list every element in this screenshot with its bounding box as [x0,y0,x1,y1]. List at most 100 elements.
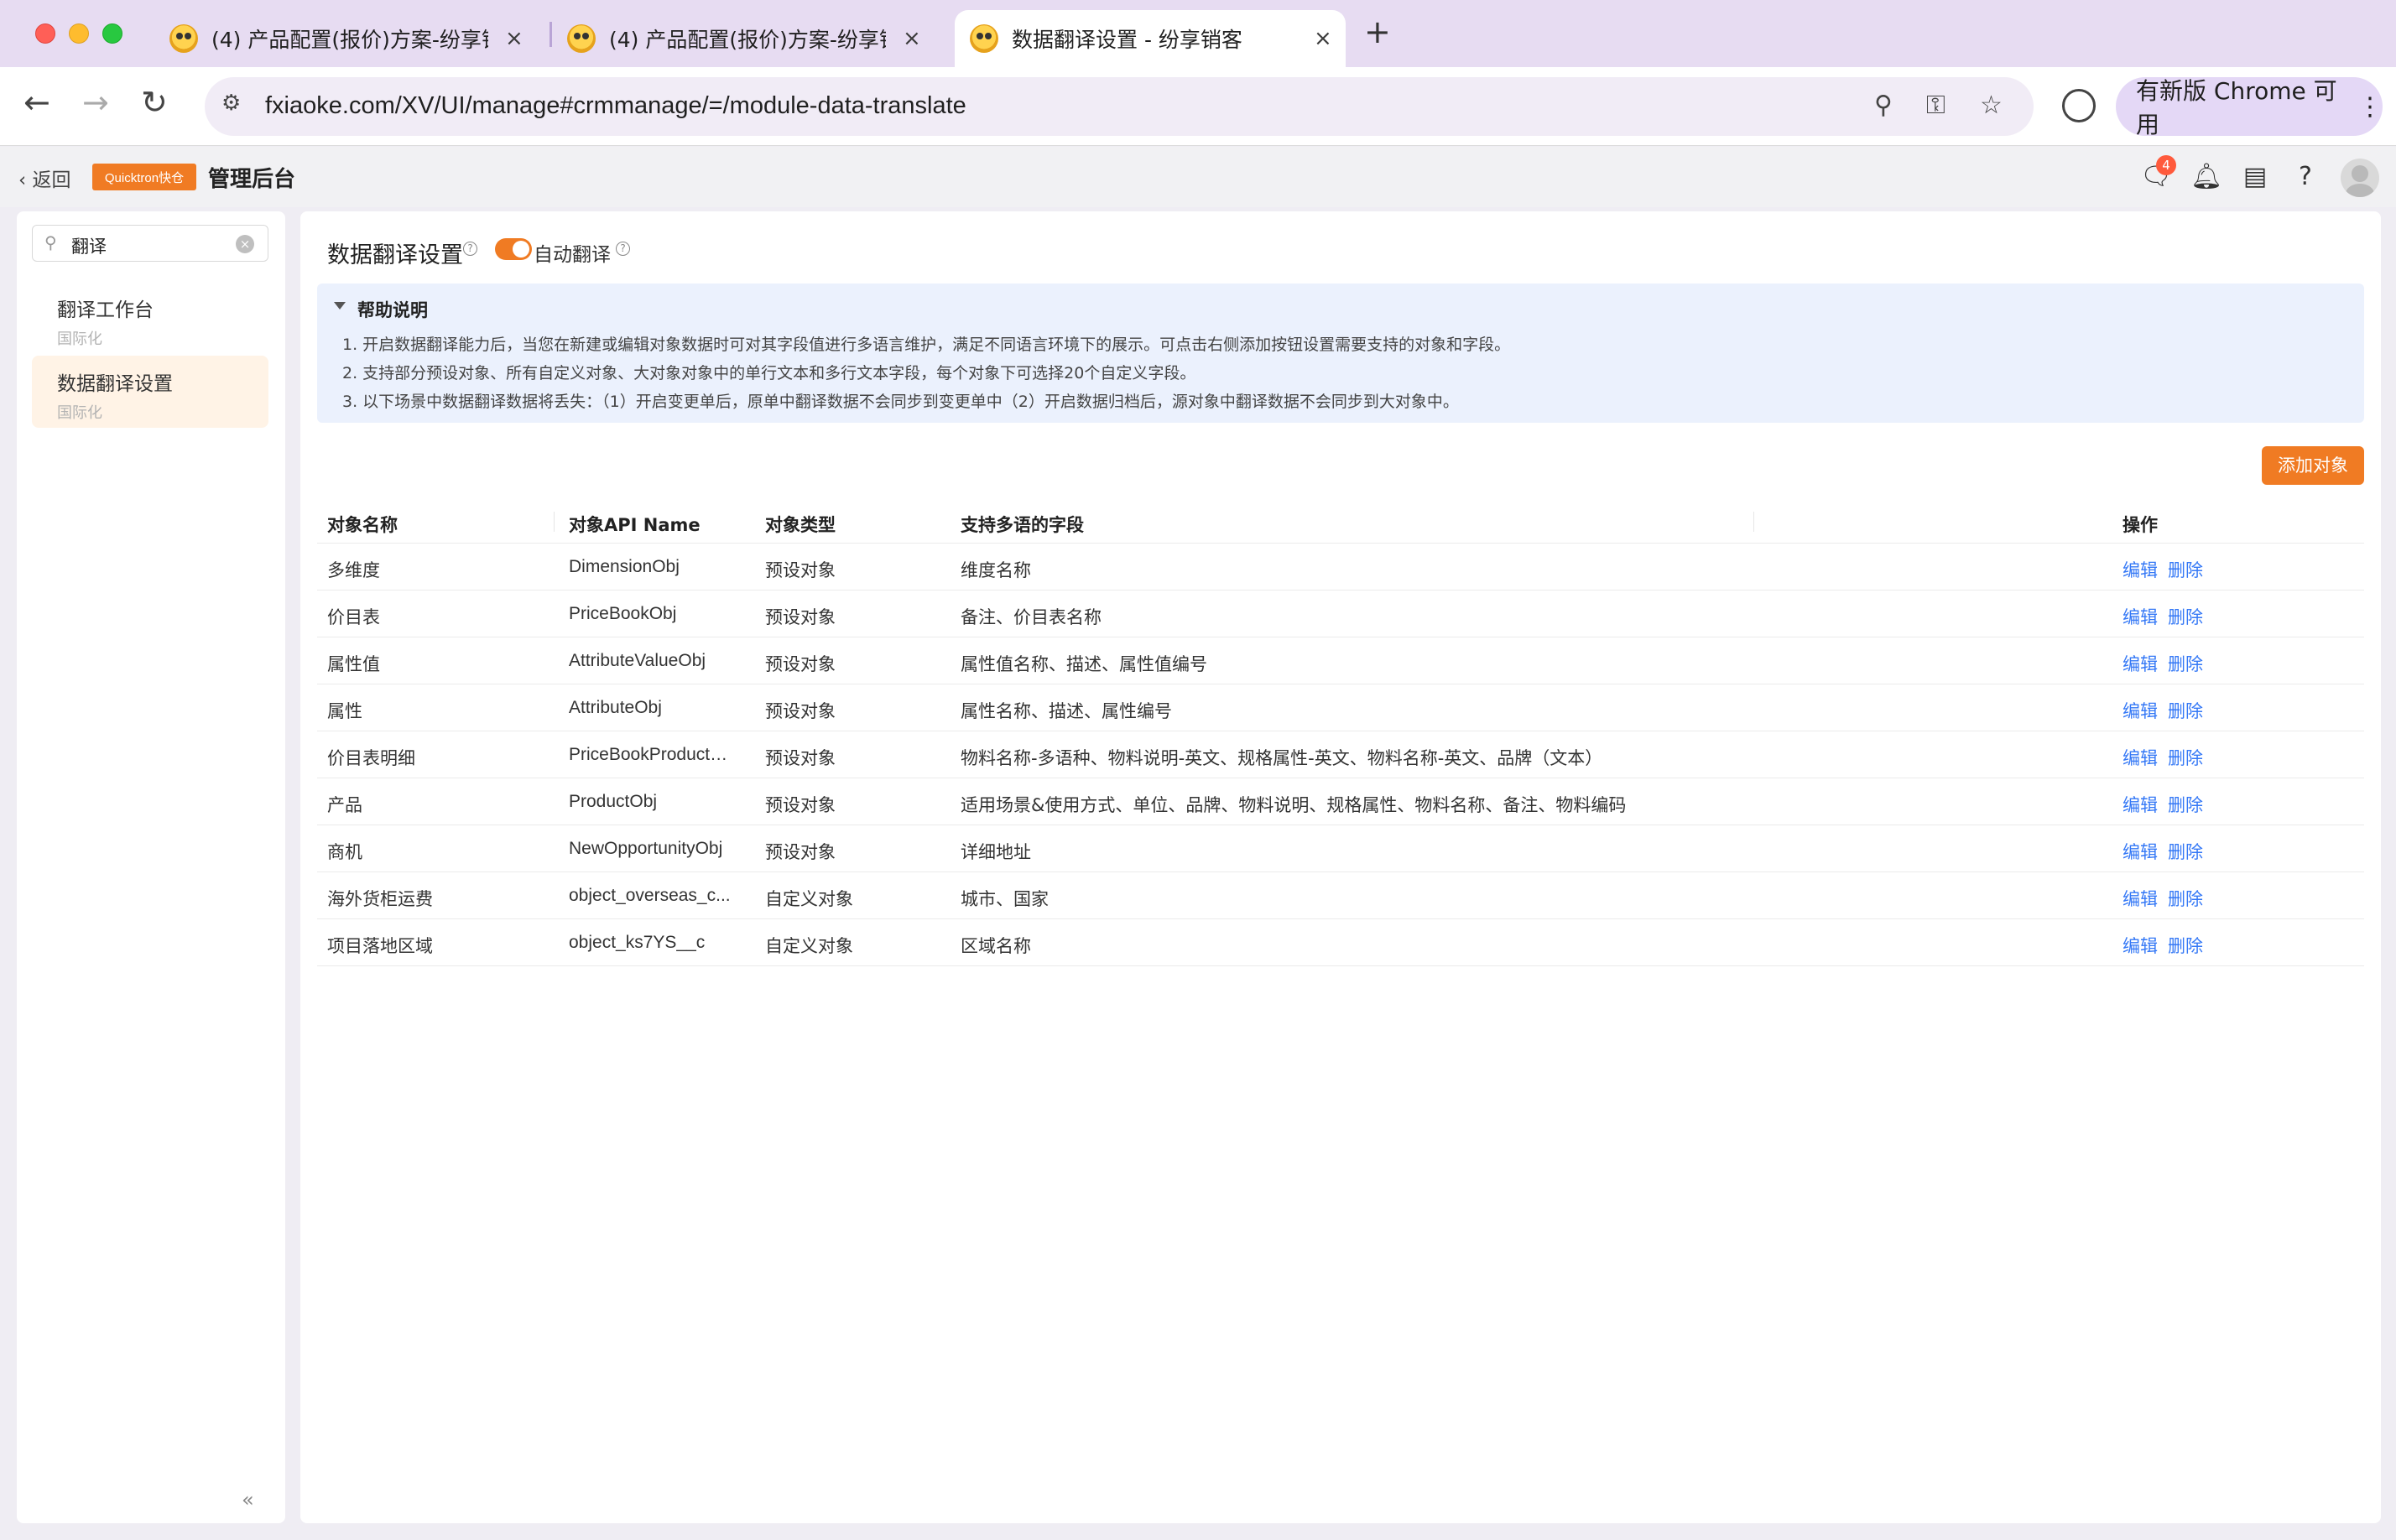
collapse-sidebar-icon[interactable]: « [242,1488,254,1511]
edit-link[interactable]: 编辑 [2123,604,2158,629]
help-icon[interactable]: ? [2289,160,2322,194]
delete-link[interactable]: 删除 [2168,698,2203,723]
back-arrow-icon[interactable]: ← [23,84,50,121]
sidebar-item-sub: 国际化 [57,404,102,422]
edit-link[interactable]: 编辑 [2123,745,2158,770]
edit-link[interactable]: 编辑 [2123,557,2158,582]
bell-icon[interactable]: 🔔︎ [2190,160,2223,194]
cell-api-name: NewOpportunityObj [569,839,723,858]
cell-object-name: 产品 [327,795,362,815]
tab-strip: (4) 产品配置(报价)方案-纷享销 × (4) 产品配置(报价)方案-纷享销 … [0,0,2396,67]
delete-link[interactable]: 删除 [2168,604,2203,629]
page-title: 数据翻译设置 [327,242,463,268]
cell-object-type: 自定义对象 [765,936,853,956]
new-tab-button[interactable]: + [1364,13,1391,50]
table-row: 价目表明细 PriceBookProductObj 预设对象 物料名称-多语种、… [317,731,2364,778]
delete-link[interactable]: 删除 [2168,651,2203,676]
clear-search-icon[interactable]: × [236,235,254,253]
cell-api-name: PriceBookObj [569,604,677,623]
back-link[interactable]: ‹ 返回 [18,164,71,192]
delete-link[interactable]: 删除 [2168,745,2203,770]
window-close-button[interactable] [35,23,55,44]
tab-close-icon[interactable]: × [1314,26,1332,51]
cell-object-type: 预设对象 [765,795,836,815]
browser-tab-2[interactable]: (4) 产品配置(报价)方案-纷享销 × [567,10,921,67]
tab-title: 数据翻译设置 - 纷享销客 [1012,28,1242,52]
cell-api-name: PriceBookProductObj [569,745,737,764]
delete-link[interactable]: 删除 [2168,933,2203,958]
cell-object-name: 多维度 [327,560,380,580]
sidebar: ⚲ 翻译 × 翻译工作台 国际化 数据翻译设置 国际化 « [17,211,285,1523]
sidebar-item-data-translation-settings[interactable]: 数据翻译设置 国际化 [32,356,268,428]
cell-fields: 属性值名称、描述、属性值编号 [961,654,1207,674]
window-minimize-button[interactable] [69,23,89,44]
question-icon[interactable]: ? [616,242,630,256]
column-header: 操作 [2123,515,2158,535]
cell-fields: 物料名称-多语种、物料说明-英文、规格属性-英文、物料名称-英文、品牌（文本） [961,748,1603,768]
window-zoom-button[interactable] [102,23,122,44]
auto-translate-label: 自动翻译 [534,244,611,266]
zoom-icon[interactable]: ⚲ [1874,91,1893,120]
help-line: 1. 开启数据翻译能力后，当您在新建或编辑对象数据时可对其字段值进行多语言维护，… [342,336,1511,354]
sidebar-item-label: 翻译工作台 [57,299,154,321]
auto-translate-toggle[interactable] [495,238,532,260]
browser-tab-active[interactable]: 数据翻译设置 - 纷享销客 × [955,10,1346,67]
column-header: 支持多语的字段 [961,515,1084,535]
cell-object-name: 价目表 [327,607,380,627]
browser-tab-1[interactable]: (4) 产品配置(报价)方案-纷享销 × [169,10,523,67]
profile-icon[interactable] [2062,89,2096,122]
column-header: 对象API Name [569,515,701,535]
table-row: 产品 ProductObj 预设对象 适用场景&使用方式、单位、品牌、物料说明、… [317,778,2364,825]
app-header: ‹ 返回 Quicktron快仓 管理后台 🗨 4 🔔︎ ▤ ? [0,147,2396,207]
caret-down-icon[interactable] [334,302,346,310]
cell-fields: 属性名称、描述、属性编号 [961,701,1172,721]
edit-link[interactable]: 编辑 [2123,698,2158,723]
password-key-icon[interactable]: ⚿ [1926,91,1945,120]
reload-icon[interactable]: ↻ [141,84,168,121]
table-row: 海外货柜运费 object_overseas_c... 自定义对象 城市、国家 … [317,872,2364,919]
inbox-icon[interactable]: ▤ [2238,160,2272,194]
search-value[interactable]: 翻译 [71,233,107,258]
table-row: 属性值 AttributeValueObj 预设对象 属性值名称、描述、属性值编… [317,637,2364,684]
cell-api-name: AttributeValueObj [569,651,706,670]
edit-link[interactable]: 编辑 [2123,651,2158,676]
main-panel: 数据翻译设置 ? 自动翻译 ? 帮助说明 1. 开启数据翻译能力后，当您在新建或… [300,211,2381,1523]
edit-link[interactable]: 编辑 [2123,839,2158,864]
forward-arrow-icon[interactable]: → [82,84,109,121]
question-icon[interactable]: ? [463,242,477,256]
tab-close-icon[interactable]: × [903,26,921,51]
delete-link[interactable]: 删除 [2168,839,2203,864]
cell-object-type: 预设对象 [765,607,836,627]
edit-link[interactable]: 编辑 [2123,792,2158,817]
more-menu-icon[interactable]: ⋮ [2357,92,2383,122]
help-line: 2. 支持部分预设对象、所有自定义对象、大对象对象中的单行文本和多行文本字段，每… [342,364,1196,382]
cell-fields: 维度名称 [961,560,1031,580]
avatar[interactable] [2341,159,2379,197]
edit-link[interactable]: 编辑 [2123,886,2158,911]
chrome-update-button[interactable]: 有新版 Chrome 可用 ⋮ [2116,77,2383,138]
url-text[interactable]: fxiaoke.com/XV/UI/manage#crmmanage/=/mod… [265,92,966,120]
delete-link[interactable]: 删除 [2168,557,2203,582]
add-object-button[interactable]: 添加对象 [2262,446,2364,485]
company-logo: Quicktron快仓 [92,164,196,190]
tab-title: (4) 产品配置(报价)方案-纷享销 [609,28,886,52]
delete-link[interactable]: 删除 [2168,792,2203,817]
sidebar-item-translation-workbench[interactable]: 翻译工作台 国际化 [32,282,268,354]
delete-link[interactable]: 删除 [2168,886,2203,911]
cell-object-type: 自定义对象 [765,889,853,909]
table-row: 多维度 DimensionObj 预设对象 维度名称 编辑 删除 [317,544,2364,591]
sidebar-search-input[interactable]: ⚲ 翻译 × [32,225,268,262]
table-row: 价目表 PriceBookObj 预设对象 备注、价目表名称 编辑 删除 [317,591,2364,637]
cell-object-name: 海外货柜运费 [327,889,433,909]
help-title[interactable]: 帮助说明 [357,297,428,322]
tab-close-icon[interactable]: × [505,26,523,51]
edit-link[interactable]: 编辑 [2123,933,2158,958]
table-row: 项目落地区域 object_ks7YS__c 自定义对象 区域名称 编辑 删除 [317,919,2364,966]
site-settings-icon[interactable]: ⚙ [221,91,250,119]
cell-api-name: DimensionObj [569,557,680,576]
column-header: 对象名称 [327,515,398,535]
address-bar[interactable]: ⚙ fxiaoke.com/XV/UI/manage#crmmanage/=/m… [205,77,2034,136]
help-panel: 帮助说明 1. 开启数据翻译能力后，当您在新建或编辑对象数据时可对其字段值进行多… [317,284,2364,423]
notification-badge: 4 [2156,155,2176,175]
bookmark-star-icon[interactable]: ☆ [1980,91,2003,120]
